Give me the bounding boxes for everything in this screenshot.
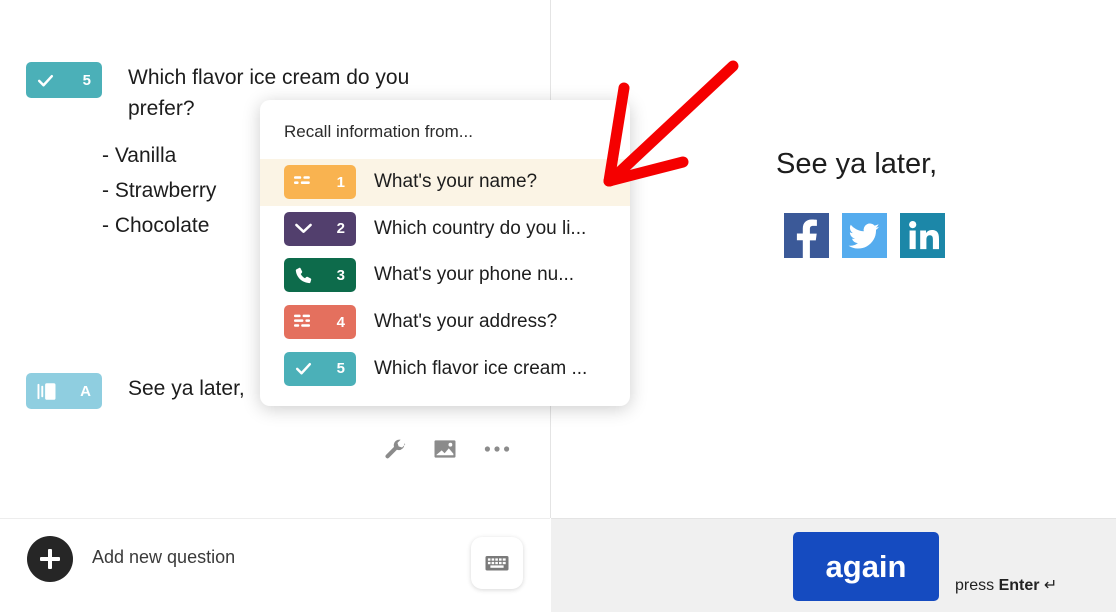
hint-key: Enter <box>998 577 1040 594</box>
dropdown-icon <box>294 222 313 235</box>
recall-item-1[interactable]: 1 What's your name? <box>260 159 630 206</box>
checkmark-icon <box>294 359 313 378</box>
recall-item-3[interactable]: 3 What's your phone nu... <box>260 252 630 299</box>
submit-button[interactable]: again <box>793 532 939 601</box>
long-text-icon <box>294 314 314 330</box>
ending-badge-a: A <box>26 373 102 409</box>
ellipsis-icon[interactable] <box>484 445 510 453</box>
checkmark-icon <box>36 71 55 90</box>
add-question-label: Add new question <box>92 547 236 567</box>
recall-badge-2: 2 <box>284 211 356 246</box>
recall-item-2[interactable]: 2 Which country do you li... <box>260 206 630 253</box>
recall-item-5[interactable]: 5 Which flavor ice cream ... <box>260 345 630 392</box>
statement-card-icon <box>36 382 57 401</box>
linkedin-icon[interactable] <box>900 213 945 258</box>
recall-dropdown: Recall information from... 1 What's your… <box>260 100 630 406</box>
screen: 5 Which flavor ice cream do you prefer? … <box>0 0 1116 612</box>
recall-badge-3: 3 <box>284 258 356 293</box>
recall-item-4[interactable]: 4 What's your address? <box>260 299 630 346</box>
recall-label: What's your phone nu... <box>374 264 575 286</box>
hint-suffix: ↵ <box>1039 577 1058 594</box>
form-preview-panel: See ya later, <box>551 0 1116 518</box>
facebook-icon[interactable] <box>784 213 829 258</box>
question-badge-5: 5 <box>26 62 102 98</box>
recall-badge-5: 5 <box>284 351 356 386</box>
recall-number: 2 <box>336 220 345 238</box>
recall-label: What's your name? <box>374 171 538 193</box>
ending-title: See ya later, <box>128 377 245 400</box>
recall-dropdown-title: Recall information from... <box>284 122 473 141</box>
preview-headline: See ya later, <box>776 148 938 180</box>
keyboard-icon <box>484 550 510 576</box>
social-links <box>784 213 945 258</box>
add-question-button[interactable] <box>27 536 73 582</box>
question-toolbar <box>383 437 510 461</box>
recall-number: 3 <box>336 266 345 284</box>
recall-number: 5 <box>336 360 345 378</box>
recall-label: Which flavor ice cream ... <box>374 357 588 379</box>
press-enter-hint: press Enter ↵ <box>955 575 1057 595</box>
recall-badge-4: 4 <box>284 305 356 340</box>
short-text-icon <box>294 175 314 189</box>
wrench-icon[interactable] <box>383 438 406 461</box>
recall-number: 4 <box>336 313 345 331</box>
recall-label: What's your address? <box>374 311 558 333</box>
image-icon[interactable] <box>433 437 457 461</box>
recall-badge-1: 1 <box>284 165 356 200</box>
ending-block-a[interactable]: A See ya later, <box>26 373 245 409</box>
twitter-icon[interactable] <box>842 213 887 258</box>
hint-prefix: press <box>955 577 999 594</box>
phone-icon <box>294 266 313 285</box>
question-number: 5 <box>82 71 91 89</box>
preview-bottom-bar: again press Enter ↵ <box>551 518 1116 612</box>
keyboard-shortcuts-button[interactable] <box>471 537 523 589</box>
ending-letter: A <box>80 382 91 400</box>
recall-number: 1 <box>336 173 345 191</box>
add-question-strip <box>0 518 550 612</box>
recall-label: Which country do you li... <box>374 217 587 239</box>
